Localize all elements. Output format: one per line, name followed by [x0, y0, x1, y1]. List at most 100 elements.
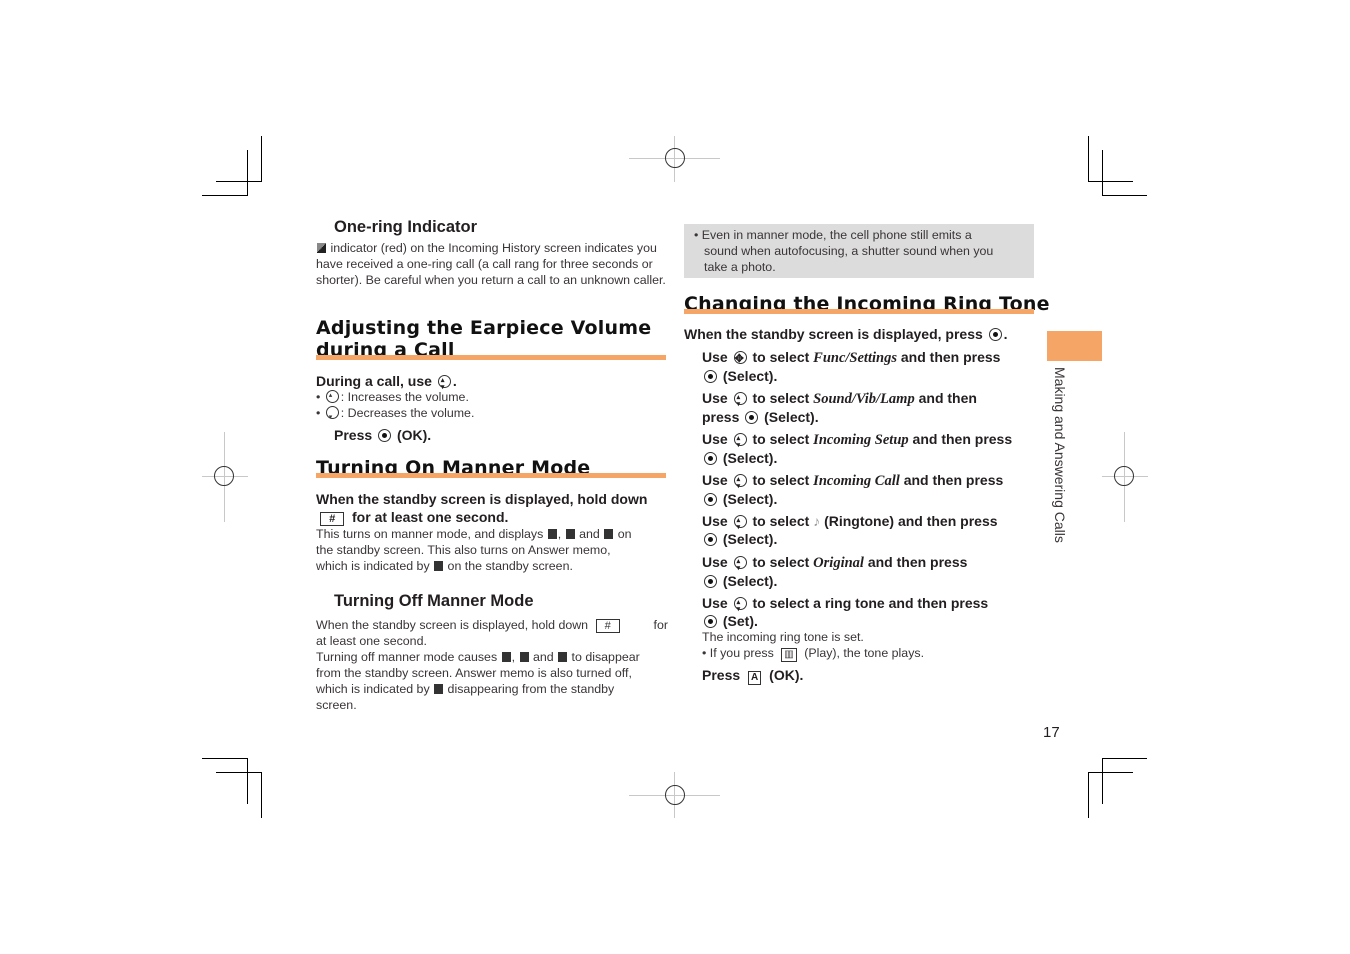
- crop-mark: [1088, 136, 1089, 182]
- down-key-icon: [325, 406, 339, 426]
- step-text: (Select).: [722, 450, 778, 466]
- step-text: and then press: [912, 431, 1013, 447]
- up-key-icon: [325, 388, 339, 404]
- step-text: and then: [918, 390, 977, 406]
- step-text: ,: [511, 650, 516, 664]
- center-key-icon: [704, 493, 717, 506]
- step-6: Use to select Original and then press (S…: [702, 553, 1037, 594]
- page-number: 17: [1043, 724, 1060, 741]
- crop-mark: [202, 195, 247, 196]
- up-down-key-icon: [733, 471, 747, 496]
- step-text: (Set).: [722, 613, 758, 629]
- step-text: press: [702, 409, 740, 425]
- step-text: Use: [702, 472, 728, 488]
- step-text: to select: [752, 554, 810, 570]
- step-text: .: [452, 373, 457, 389]
- step-text: to select: [752, 513, 810, 529]
- manner-on-description: This turns on manner mode, and displays …: [316, 527, 632, 573]
- step-1: Use to select Func/Settings and then pre…: [702, 348, 1037, 389]
- step-text: and then press: [903, 472, 1004, 488]
- manner-off-title: Turning Off Manner Mode: [334, 592, 534, 610]
- center-key-icon: [704, 575, 717, 588]
- step-text: Press: [702, 667, 741, 683]
- heading-line-1: Adjusting the Earpiece Volume: [316, 317, 652, 339]
- earpiece-press-ok: Press (OK).: [334, 426, 431, 444]
- step-text: (OK).: [769, 667, 804, 683]
- heading-underline: [684, 309, 1034, 314]
- note-text: • Even in manner mode, the cell phone st…: [694, 228, 994, 274]
- step-text: Use: [702, 349, 728, 365]
- hash-key-icon: #: [595, 619, 620, 633]
- step-text: (Select).: [764, 409, 819, 425]
- manner-off-description: When the standby screen is displayed, ho…: [316, 618, 668, 712]
- crop-mark: [1102, 758, 1147, 759]
- step-text: (Ringtone): [824, 513, 895, 529]
- up-down-key-icon: [733, 512, 747, 537]
- list-item: • : Decreases the volume.: [316, 405, 474, 426]
- step-3: Use to select Incoming Setup and then pr…: [702, 430, 1037, 471]
- up-down-key-icon: [437, 372, 451, 397]
- crop-mark: [261, 136, 262, 182]
- hash-key-icon: #: [320, 512, 345, 526]
- ring-tone-final: Press A (OK).: [702, 666, 803, 685]
- chapter-label: Making and Answering Calls: [1052, 367, 1068, 543]
- step-text: ,: [557, 527, 562, 541]
- step-text: Turning off manner mode causes: [316, 650, 498, 664]
- step-text: (Select).: [722, 573, 778, 589]
- center-key-icon: [704, 370, 717, 383]
- manner-mode-icon: [501, 652, 511, 662]
- step-text: Press: [334, 427, 373, 443]
- step-text: for: [653, 618, 668, 632]
- step-text: disappearing from the standby: [447, 682, 615, 696]
- step-text: Use: [702, 513, 728, 529]
- step-text: Use: [702, 554, 728, 570]
- answer-memo-icon: [434, 684, 444, 694]
- crop-mark: [1088, 772, 1089, 818]
- earpiece-instruction: During a call, use .: [316, 372, 457, 397]
- step-text: to select: [752, 431, 810, 447]
- step-text: Use: [702, 390, 728, 406]
- crop-mark: [1088, 772, 1133, 773]
- step-4: Use to select Incoming Call and then pre…: [702, 471, 1037, 512]
- answer-memo-icon: [434, 561, 444, 571]
- step-text: and then press: [897, 513, 998, 529]
- crop-mark: [247, 758, 248, 804]
- step-text: Sound/Vib/Lamp: [813, 391, 915, 407]
- step-text: Incoming Setup: [813, 432, 909, 448]
- center-key-icon: [378, 429, 392, 442]
- step-7: Use to select a ring tone and then press…: [702, 594, 1037, 630]
- center-key-icon: [745, 411, 759, 424]
- step-text: : Increases the volume.: [340, 390, 469, 404]
- step-text: Original: [813, 555, 864, 571]
- step-text: on the standby screen.: [447, 559, 573, 573]
- crop-mark: [216, 772, 261, 773]
- step-text: (Select).: [722, 368, 778, 384]
- one-ring-text: indicator (red) on the Incoming History …: [316, 240, 666, 288]
- step-text: to select: [752, 472, 810, 488]
- heading-underline: [316, 355, 666, 360]
- step-5: Use to select ♪ (Ringtone) and then pres…: [702, 512, 1037, 553]
- crop-mark: [1102, 195, 1147, 196]
- step-text: When the standby screen is displayed, ho…: [316, 618, 589, 632]
- ring-tone-result: The incoming ring tone is set. • If you …: [702, 630, 925, 662]
- play-key-icon: ▥: [781, 648, 797, 662]
- step-text: (Select).: [722, 491, 778, 507]
- step-text: Func/Settings: [813, 350, 897, 366]
- step-text: for at least one second.: [352, 509, 509, 525]
- silent-icon: [604, 529, 614, 539]
- step-text: to select a ring tone and then press: [752, 595, 989, 611]
- crop-mark: [261, 772, 262, 818]
- step-text: and: [579, 527, 600, 541]
- list-item: • : Increases the volume.: [316, 388, 474, 405]
- step-text: Use: [702, 431, 728, 447]
- vibration-icon: [519, 652, 529, 662]
- music-note-icon: ♪: [813, 513, 821, 529]
- multi-key-icon: [733, 350, 747, 368]
- step-text: During a call, use: [316, 373, 432, 389]
- step-text: to select: [752, 390, 810, 406]
- chapter-tab: [1047, 331, 1102, 361]
- step-text: which is indicated by: [316, 559, 430, 573]
- crop-mark: [1102, 150, 1103, 196]
- step-text: Use: [702, 595, 728, 611]
- ring-tone-steps: Use to select Func/Settings and then pre…: [702, 348, 1037, 630]
